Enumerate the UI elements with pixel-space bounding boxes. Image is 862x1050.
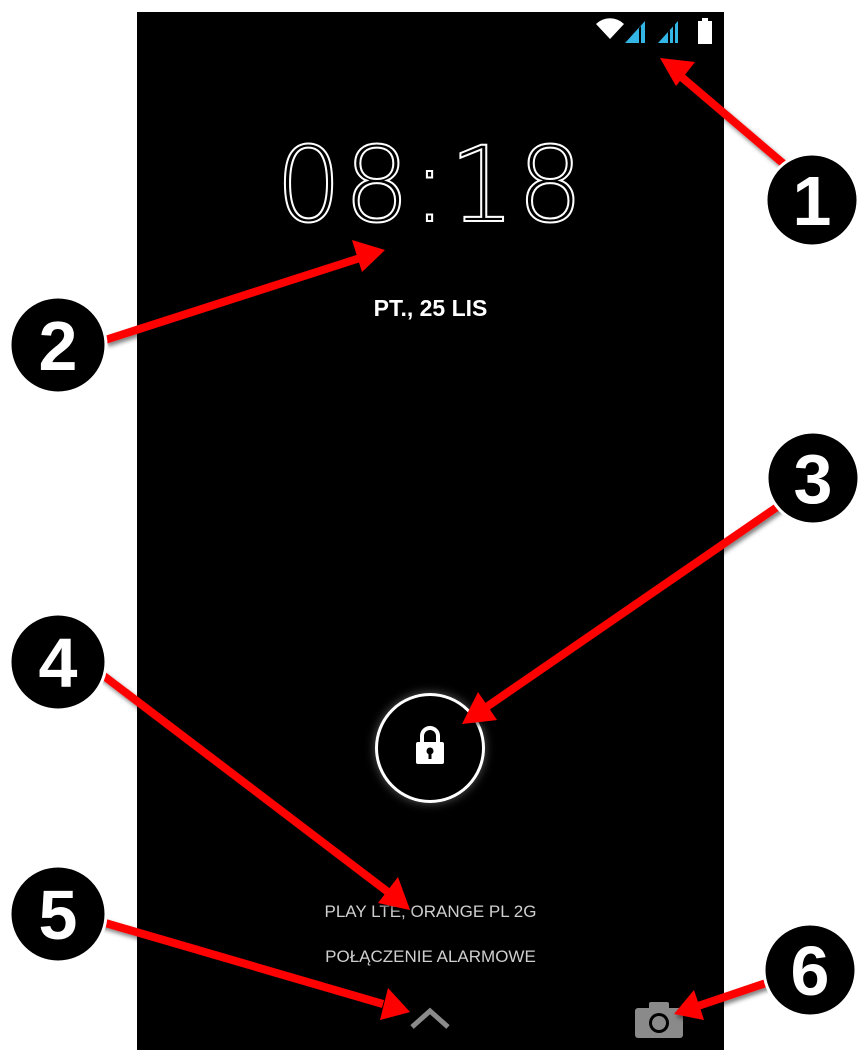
- emergency-call-button[interactable]: POŁĄCZENIE ALARMOWE: [137, 947, 724, 967]
- callout-number-4: 4: [39, 624, 78, 702]
- chevron-up-icon[interactable]: [409, 1006, 451, 1030]
- camera-icon[interactable]: [635, 1000, 683, 1038]
- callout-badge-4: 4: [8, 612, 108, 712]
- clock-hours: 08: [275, 124, 412, 246]
- battery-icon: [698, 18, 712, 44]
- callout-badge-6: 6: [762, 922, 858, 1018]
- lock-icon: [416, 726, 444, 764]
- date-label: PT., 25 LIS: [373, 295, 488, 321]
- clock-minutes: 18: [448, 124, 586, 246]
- status-bar: [137, 12, 724, 46]
- callout-number-1: 1: [793, 162, 832, 240]
- carrier-label: PLAY LTE, ORANGE PL 2G: [324, 902, 537, 921]
- callout-badge-1: 1: [764, 152, 860, 248]
- unlock-handle[interactable]: [375, 693, 485, 803]
- lock-screen: 08:18 PT., 25 LIS PLAY LTE, ORANGE PL 2G…: [137, 12, 724, 1050]
- callout-number-2: 2: [39, 307, 78, 385]
- callout-badge-2: 2: [8, 295, 108, 395]
- clock: 08:18: [137, 129, 724, 241]
- clock-colon: :: [411, 124, 450, 246]
- callout-badge-3: 3: [765, 430, 861, 526]
- callout-number-3: 3: [794, 440, 833, 518]
- signal-icon: [625, 21, 645, 43]
- wifi-icon: [596, 18, 624, 39]
- callout-number-5: 5: [39, 876, 78, 954]
- callout-badge-5: 5: [8, 864, 108, 964]
- callout-number-6: 6: [791, 932, 830, 1010]
- signal-icon: [658, 21, 678, 43]
